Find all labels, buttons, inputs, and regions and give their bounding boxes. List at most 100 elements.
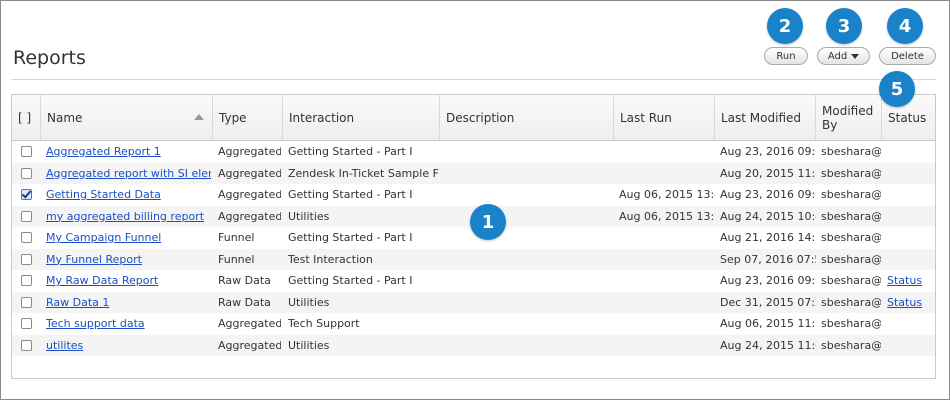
row-checkbox[interactable]	[21, 167, 32, 179]
cell-name: Raw Data 1	[46, 292, 211, 314]
cell-name: my aggregated billing report	[46, 206, 211, 228]
cell-status	[887, 141, 932, 163]
cell-last-modified: Aug 23, 2016 09:01	[720, 145, 816, 158]
cell-status: Status	[887, 270, 932, 292]
table-row[interactable]: Aggregated report with SI element Aggrega…	[12, 162, 935, 185]
report-name-link[interactable]: Getting Started Data	[46, 188, 161, 201]
cell-description	[445, 249, 612, 271]
cell-type: Aggregated	[218, 145, 281, 158]
cell-name: My Raw Data Report	[46, 270, 211, 292]
report-name-link[interactable]: Tech support data	[46, 317, 145, 330]
table-row[interactable]: Raw Data 1 Raw Data Utilities Dec 31, 2015 …	[12, 291, 935, 314]
cell-last-modified: Dec 31, 2015 07:27	[720, 295, 816, 309]
cell-last-run	[619, 292, 715, 314]
cell-last-run: Aug 06, 2015 13:40	[619, 188, 715, 201]
row-checkbox[interactable]	[21, 318, 32, 329]
table-body: Aggregated Report 1 Aggregated Getting Sta…	[12, 141, 935, 356]
header-interaction[interactable]: Interaction	[283, 95, 440, 140]
cell-name: Getting Started Data	[46, 184, 211, 206]
cell-status	[887, 163, 932, 185]
cell-status	[887, 206, 932, 228]
reports-window: Reports Run Add Delete [ ] Name Type Int…	[0, 0, 950, 400]
cell-description	[445, 184, 612, 206]
add-button-label: Add	[827, 50, 848, 62]
cell-interaction: Getting Started - Part I	[288, 231, 413, 244]
reports-table: [ ] Name Type Interaction Description La…	[11, 94, 936, 379]
report-name-link[interactable]: My Funnel Report	[46, 253, 142, 266]
table-row[interactable]: Getting Started Data Aggregated Getting St…	[12, 184, 935, 206]
row-checkbox[interactable]	[21, 296, 32, 308]
cell-type: Aggregated	[218, 166, 281, 180]
header-last-run[interactable]: Last Run	[614, 95, 715, 140]
callout-badge-3: 3	[826, 8, 862, 44]
row-checkbox[interactable]	[21, 253, 32, 265]
header-name[interactable]: Name	[41, 95, 213, 140]
report-name-link[interactable]: my aggregated billing report	[46, 210, 204, 223]
add-dropdown-button[interactable]: Add	[817, 47, 870, 65]
title-divider	[11, 79, 936, 80]
cell-interaction: Zendesk In-Ticket Sample Flow	[288, 166, 438, 180]
cell-last-modified: Sep 07, 2016 07:54	[720, 252, 816, 266]
row-checkbox[interactable]	[21, 232, 32, 243]
header-description[interactable]: Description	[440, 95, 614, 140]
cell-description	[445, 313, 612, 335]
cell-last-run	[619, 270, 715, 292]
row-checkbox[interactable]	[21, 189, 32, 200]
cell-description	[445, 141, 612, 163]
callout-badge-4: 4	[887, 8, 923, 44]
cell-last-modified: Aug 24, 2015 10:46	[720, 209, 816, 223]
header-last-modified[interactable]: Last Modified	[715, 95, 816, 140]
header-select-all[interactable]: [ ]	[12, 95, 41, 140]
cell-name: utilites	[46, 335, 211, 357]
table-row[interactable]: Aggregated Report 1 Aggregated Getting Sta…	[12, 141, 935, 163]
report-name-link[interactable]: utilites	[46, 339, 83, 352]
cell-last-modified: Aug 23, 2016 09:01	[720, 274, 816, 287]
cell-modified-by: sbeshara@ja	[821, 209, 881, 223]
report-name-link[interactable]: Aggregated report with SI element	[46, 167, 211, 180]
cell-last-run	[619, 313, 715, 335]
cell-modified-by: sbeshara@ja	[821, 338, 881, 352]
table-row[interactable]: My Raw Data Report Raw Data Getting Starte…	[12, 270, 935, 292]
cell-modified-by: sbeshara@ja	[821, 295, 881, 309]
row-checkbox[interactable]	[21, 210, 32, 222]
status-link[interactable]: Status	[887, 274, 922, 287]
report-name-link[interactable]: My Campaign Funnel	[46, 231, 161, 244]
cell-last-run	[619, 249, 715, 271]
cell-status: Status	[887, 292, 932, 314]
run-button[interactable]: Run	[764, 47, 808, 65]
delete-button[interactable]: Delete	[879, 47, 936, 65]
cell-description	[445, 227, 612, 249]
table-row[interactable]: Tech support data Aggregated Tech Support A…	[12, 313, 935, 335]
header-type[interactable]: Type	[213, 95, 283, 140]
header-name-label: Name	[47, 110, 83, 125]
cell-last-run	[619, 227, 715, 249]
cell-type: Funnel	[218, 252, 255, 266]
cell-last-run: Aug 06, 2015 13:05	[619, 209, 715, 223]
row-checkbox[interactable]	[21, 146, 32, 157]
cell-status	[887, 184, 932, 206]
cell-last-modified: Aug 21, 2016 14:31	[720, 231, 816, 244]
cell-last-run	[619, 163, 715, 185]
cell-interaction: Getting Started - Part I	[288, 188, 413, 201]
cell-name: My Campaign Funnel	[46, 227, 211, 249]
table-row[interactable]: utilites Aggregated Utilities Aug 24, 2015 …	[12, 334, 935, 357]
row-checkbox[interactable]	[21, 339, 32, 351]
report-name-link[interactable]: My Raw Data Report	[46, 274, 158, 287]
cell-last-modified: Aug 20, 2015 11:15	[720, 166, 816, 180]
row-checkbox[interactable]	[21, 275, 32, 286]
cell-type: Aggregated	[218, 209, 281, 223]
cell-name: My Funnel Report	[46, 249, 211, 271]
delete-button-label: Delete	[891, 50, 924, 62]
cell-modified-by: sbeshara@ja	[821, 252, 881, 266]
status-link[interactable]: Status	[887, 296, 922, 309]
cell-status	[887, 249, 932, 271]
cell-description	[445, 270, 612, 292]
cell-last-run	[619, 141, 715, 163]
cell-type: Raw Data	[218, 295, 271, 309]
cell-name: Aggregated report with SI element	[46, 163, 211, 185]
report-name-link[interactable]: Raw Data 1	[46, 296, 109, 309]
table-row[interactable]: My Funnel Report Funnel Test Interaction Se…	[12, 248, 935, 271]
report-name-link[interactable]: Aggregated Report 1	[46, 145, 161, 158]
cell-modified-by: sbeshara@ja	[821, 231, 881, 244]
header-modified-by[interactable]: Modified By	[816, 95, 882, 140]
